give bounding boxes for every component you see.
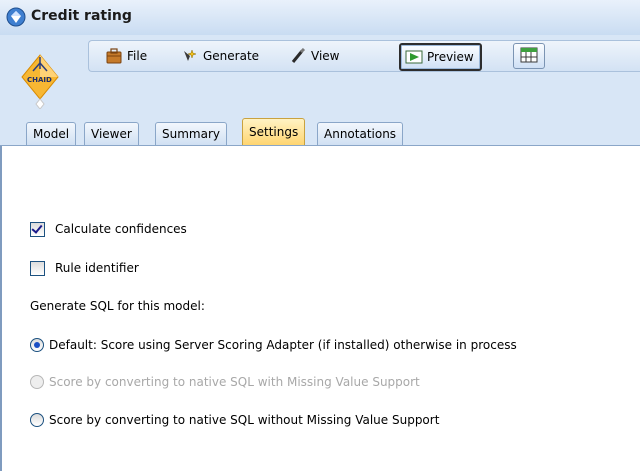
sql-option-with-missing-label: Score by converting to native SQL with M… [49,375,420,389]
rule-identifier-checkbox[interactable] [30,261,45,276]
tab-settings[interactable]: Settings [242,118,306,147]
tab-model[interactable]: Model [26,122,77,146]
generate-sparkle-icon [181,48,199,64]
view-menu-label: View [311,49,340,63]
file-menu-label: File [127,49,148,63]
diamond-model-icon [6,7,26,27]
export-table-icon [520,47,538,63]
file-briefcase-icon [105,47,123,64]
tab-annotations[interactable]: Annotations [317,122,404,146]
chaid-node-icon: CHAID [20,47,60,110]
sql-option-without-missing-radio[interactable] [30,413,44,427]
sql-option-with-missing-radio [30,375,44,389]
tab-viewer[interactable]: Viewer [84,122,139,146]
calculate-confidences-checkbox[interactable] [30,222,45,237]
view-paintbrush-icon [289,47,307,64]
preview-play-icon [405,49,423,65]
svg-text:CHAID: CHAID [27,76,52,84]
title-bar: Credit rating [0,0,640,36]
export-table-button[interactable] [513,43,545,69]
panel-left-border [0,146,2,471]
sql-option-default-label: Default: Score using Server Scoring Adap… [49,338,517,352]
sql-option-without-missing-label: Score by converting to native SQL withou… [49,413,440,427]
toolbar: File Generate View Preview [88,40,640,72]
sql-option-default-radio[interactable] [30,338,44,352]
file-menu[interactable]: File [105,45,147,67]
tab-summary[interactable]: Summary [155,122,227,146]
view-menu[interactable]: View [289,45,339,67]
sql-heading: Generate SQL for this model: [30,299,205,313]
generate-menu[interactable]: Generate [181,45,259,67]
generate-menu-label: Generate [203,49,260,63]
calculate-confidences-label: Calculate confidences [55,222,187,236]
rule-identifier-label: Rule identifier [55,261,139,275]
tab-strip: Model Viewer Summary Annotations Setting… [0,118,640,147]
window-title: Credit rating [31,8,132,24]
preview-button[interactable]: Preview [399,43,482,71]
preview-button-label: Preview [427,50,474,64]
